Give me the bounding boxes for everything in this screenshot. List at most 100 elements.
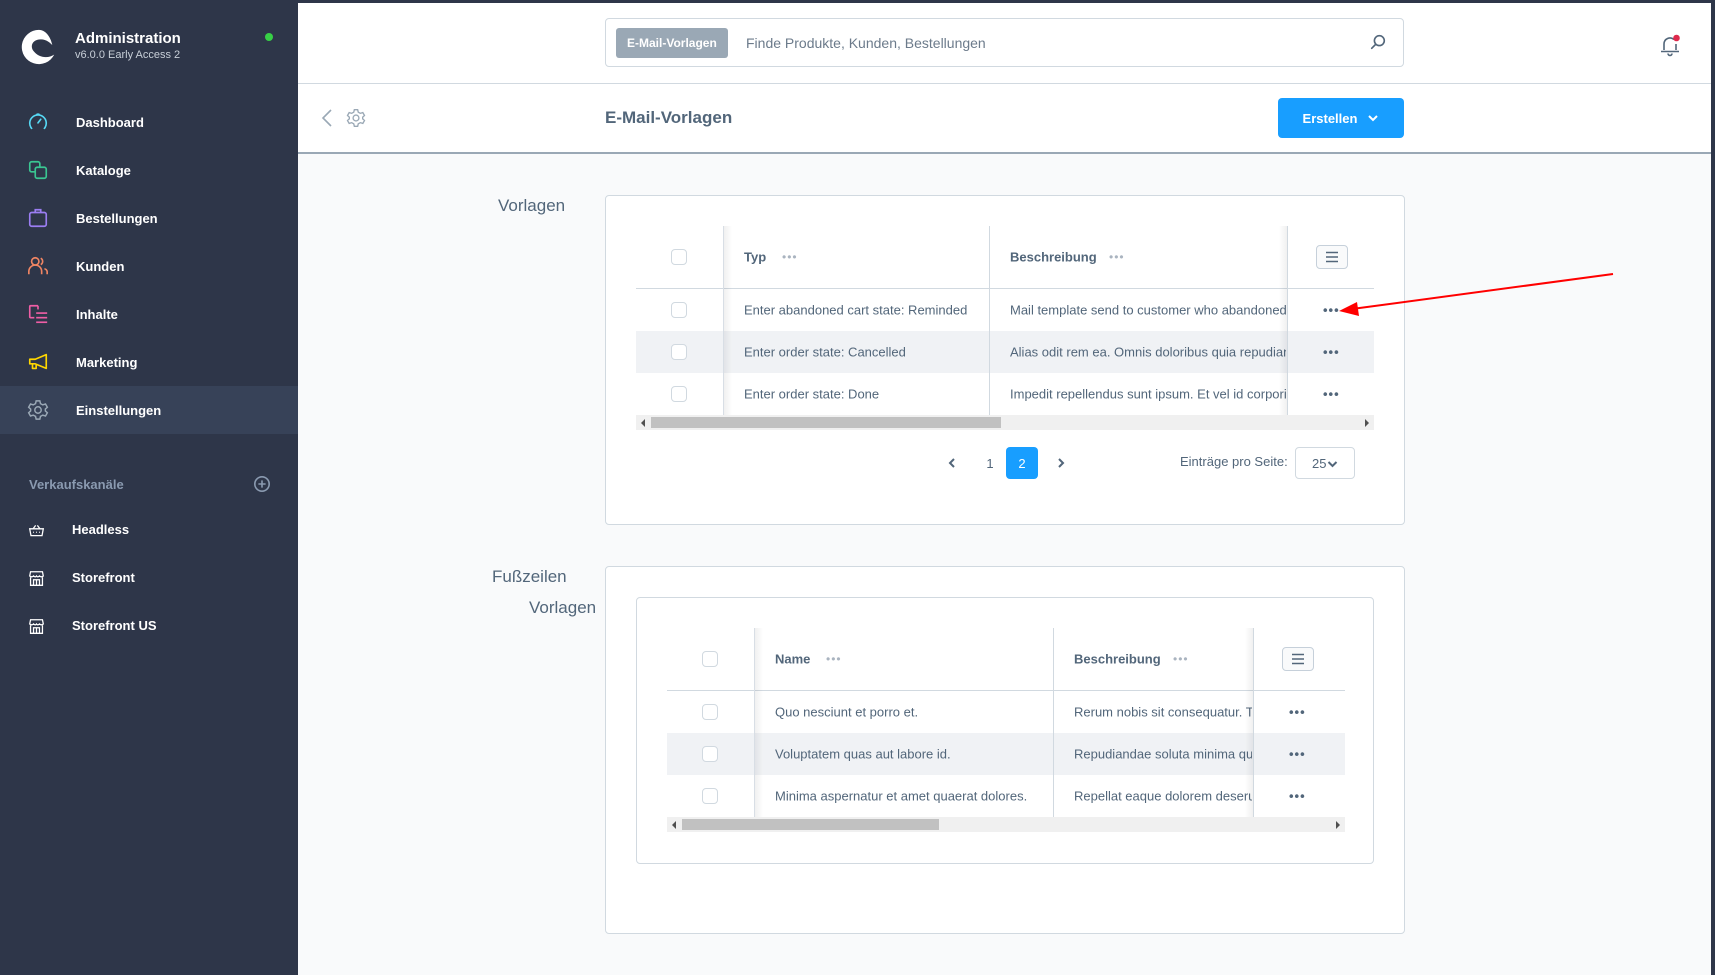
column-divider[interactable]	[1053, 628, 1054, 817]
sidebar-item-kataloge[interactable]: Kataloge	[0, 146, 298, 194]
column-header-name[interactable]: Name	[775, 652, 810, 667]
grid-settings-button[interactable]	[1316, 245, 1348, 269]
row-checkbox[interactable]	[702, 704, 718, 720]
sidebar-item-kunden[interactable]: Kunden	[0, 242, 298, 290]
row-actions-button[interactable]: •••	[1323, 303, 1340, 318]
brand[interactable]: Administration v6.0.0 Early Access 2	[20, 28, 280, 68]
row-actions-button[interactable]: •••	[1289, 789, 1306, 804]
cell-typ: Enter order state: Done	[744, 386, 880, 402]
row-actions-button[interactable]: •••	[1289, 705, 1306, 720]
grid-header: Name ••• Beschreibung •••	[667, 628, 1345, 691]
sidebar-item-label: Einstellungen	[76, 402, 162, 418]
column-menu-beschreibung[interactable]: •••	[1109, 250, 1125, 264]
footer-section-label-line2: Vorlagen	[529, 598, 597, 617]
pagination-next[interactable]	[1045, 447, 1077, 479]
menu-icon	[1326, 251, 1338, 263]
table-row[interactable]: Enter order state: Cancelled Alias odit …	[636, 331, 1374, 373]
column-menu-beschreibung[interactable]: •••	[1173, 652, 1189, 666]
row-actions-button[interactable]: •••	[1323, 387, 1340, 402]
global-search[interactable]: E-Mail-Vorlagen	[605, 18, 1404, 67]
sidebar-item-label: Marketing	[76, 354, 138, 370]
column-menu-typ[interactable]: •••	[782, 250, 798, 264]
sidebar-item-einstellungen[interactable]: Einstellungen	[0, 386, 298, 434]
sales-channel-label: Headless	[72, 522, 130, 537]
row-checkbox[interactable]	[671, 302, 687, 318]
cell-typ: Enter order state: Cancelled	[744, 344, 906, 360]
sales-channels-title: Verkaufskanäle	[29, 477, 124, 492]
sidebar-item-label: Bestellungen	[76, 210, 158, 226]
column-divider[interactable]	[989, 226, 990, 415]
row-checkbox[interactable]	[671, 344, 687, 360]
actions-column-shadow	[1245, 628, 1253, 817]
grid-header: Typ ••• Beschreibung •••	[636, 226, 1374, 289]
grid-settings-button[interactable]	[1282, 647, 1314, 671]
settings-icon	[27, 400, 49, 420]
sales-channel-storefront[interactable]: Storefront	[0, 554, 298, 602]
search-icon[interactable]	[1369, 33, 1387, 51]
scrollbar-thumb[interactable]	[682, 819, 939, 830]
actions-column-divider	[1287, 226, 1288, 415]
notification-bell-icon[interactable]	[1658, 33, 1682, 57]
select-all-checkbox[interactable]	[671, 249, 687, 265]
column-header-typ[interactable]: Typ	[744, 250, 766, 265]
scrollbar-thumb[interactable]	[651, 417, 1001, 428]
sidebar-item-marketing[interactable]: Marketing	[0, 338, 298, 386]
scroll-left-arrow[interactable]	[641, 419, 645, 427]
add-sales-channel-icon[interactable]	[253, 475, 271, 493]
pagination-prev[interactable]	[936, 447, 968, 479]
table-row[interactable]: Quo nesciunt et porro et. Rerum nobis si…	[667, 691, 1345, 733]
sales-channel-list: Headless Storefront Storefront US	[0, 506, 298, 650]
storefront-icon	[28, 571, 45, 586]
customers-icon	[28, 256, 48, 275]
table-row[interactable]: Enter abandoned cart state: Reminded Mai…	[636, 289, 1374, 331]
shopping-bag-icon	[28, 208, 48, 228]
scroll-right-arrow[interactable]	[1365, 419, 1369, 427]
scroll-right-arrow[interactable]	[1336, 821, 1340, 829]
sales-channel-headless[interactable]: Headless	[0, 506, 298, 554]
chevron-left-icon	[948, 458, 955, 468]
column-header-beschreibung[interactable]: Beschreibung	[1010, 250, 1097, 265]
back-arrow-icon[interactable]	[320, 108, 334, 128]
per-page-select[interactable]: 25	[1295, 447, 1355, 479]
sidebar: Administration v6.0.0 Early Access 2 Das…	[0, 0, 298, 975]
sales-channel-storefront-us[interactable]: Storefront US	[0, 602, 298, 650]
sidebar-item-dashboard[interactable]: Dashboard	[0, 98, 298, 146]
sidebar-item-label: Kunden	[76, 258, 125, 274]
sidebar-item-bestellungen[interactable]: Bestellungen	[0, 194, 298, 242]
sales-channel-label: Storefront US	[72, 618, 157, 633]
column-menu-name[interactable]: •••	[826, 652, 842, 666]
per-page-value: 25	[1312, 456, 1327, 471]
row-checkbox[interactable]	[702, 746, 718, 762]
cell-beschreibung: Repellat eaque dolorem deserunt	[1074, 788, 1252, 804]
column-header-beschreibung[interactable]: Beschreibung	[1074, 652, 1161, 667]
footer-templates-card: Name ••• Beschreibung ••• Quo nesciunt e…	[605, 566, 1405, 934]
window-frame-right	[1711, 0, 1715, 975]
page-title: E-Mail-Vorlagen	[605, 108, 733, 127]
table-row[interactable]: Minima aspernatur et amet quaerat dolore…	[667, 775, 1345, 817]
row-checkbox[interactable]	[702, 788, 718, 804]
menu-icon	[1292, 653, 1304, 665]
pagination-page-2[interactable]: 2	[1006, 447, 1038, 479]
horizontal-scrollbar[interactable]	[667, 817, 1345, 832]
megaphone-icon	[28, 353, 48, 370]
pagination-page-1[interactable]: 1	[974, 447, 1006, 479]
select-all-checkbox[interactable]	[702, 651, 718, 667]
search-context-badge[interactable]: E-Mail-Vorlagen	[616, 28, 728, 58]
settings-gear-icon[interactable]	[346, 108, 366, 128]
footer-templates-inner-card: Name ••• Beschreibung ••• Quo nesciunt e…	[636, 597, 1374, 864]
row-checkbox[interactable]	[671, 386, 687, 402]
row-actions-button[interactable]: •••	[1289, 747, 1306, 762]
row-actions-button[interactable]: •••	[1323, 345, 1340, 360]
sidebar-item-inhalte[interactable]: Inhalte	[0, 290, 298, 338]
per-page-label: Einträge pro Seite:	[1180, 454, 1288, 469]
table-row[interactable]: Voluptatem quas aut labore id. Repudiand…	[667, 733, 1345, 775]
scroll-left-arrow[interactable]	[672, 821, 676, 829]
basket-icon	[28, 525, 45, 537]
search-input[interactable]	[746, 28, 1346, 58]
horizontal-scrollbar[interactable]	[636, 415, 1374, 430]
create-button[interactable]: Erstellen	[1278, 98, 1404, 138]
sticky-column-shadow	[755, 628, 763, 817]
cell-typ: Enter abandoned cart state: Reminded	[744, 302, 968, 318]
create-button-label: Erstellen	[1302, 110, 1358, 126]
table-row[interactable]: Enter order state: Done Impedit repellen…	[636, 373, 1374, 415]
